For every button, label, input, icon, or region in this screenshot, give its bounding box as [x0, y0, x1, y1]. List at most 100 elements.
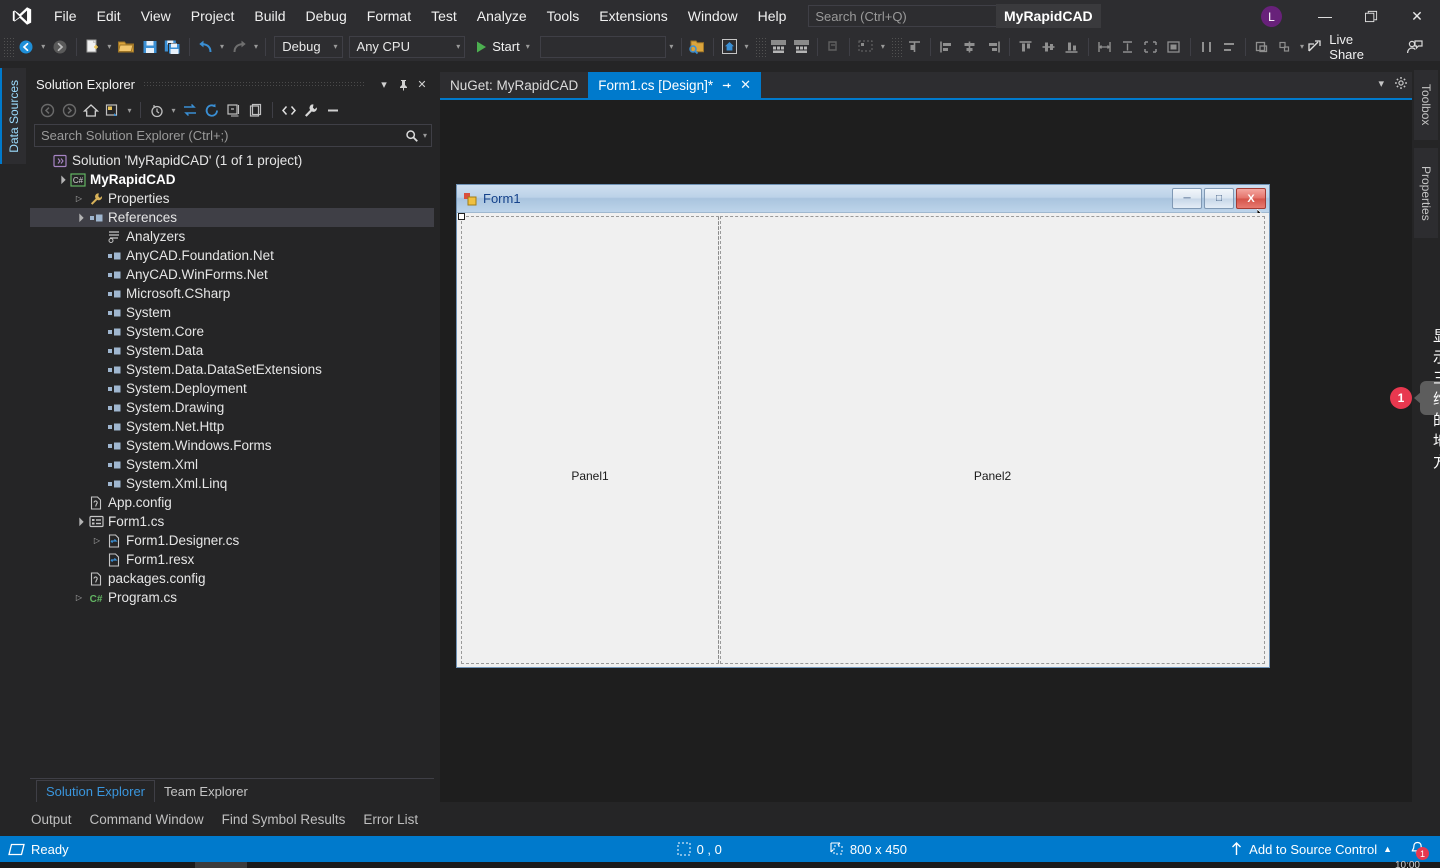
- align-to-grid-icon[interactable]: [903, 36, 926, 58]
- make-same-width-icon[interactable]: [1093, 36, 1116, 58]
- menu-view[interactable]: View: [131, 0, 181, 32]
- toolbar-grip-2[interactable]: [755, 37, 767, 57]
- winforms-designer-surface[interactable]: Form1 ─ □ X Panel1: [440, 100, 1412, 802]
- form-designer-window[interactable]: Form1 ─ □ X Panel1: [456, 184, 1270, 668]
- show-all-files-icon[interactable]: [245, 99, 267, 121]
- size-to-grid-icon[interactable]: [1162, 36, 1185, 58]
- tree-item-anycad-foundation-net[interactable]: AnyCAD.Foundation.Net: [30, 246, 434, 265]
- taskbar-active-item[interactable]: [195, 862, 247, 868]
- undo-icon[interactable]: [193, 36, 216, 58]
- gear-icon[interactable]: [1394, 76, 1408, 90]
- align-tops-icon[interactable]: [1014, 36, 1037, 58]
- tree-item-system[interactable]: System: [30, 303, 434, 322]
- redo-icon[interactable]: [227, 36, 250, 58]
- navigate-back-dropdown[interactable]: ▾: [38, 36, 49, 58]
- form-client-area[interactable]: Panel1 Panel2: [457, 213, 1269, 667]
- close-button[interactable]: ✕: [1394, 0, 1440, 32]
- align-lefts-icon[interactable]: [935, 36, 958, 58]
- search-input[interactable]: Search (Ctrl+Q): [808, 5, 1023, 27]
- menu-file[interactable]: File: [44, 0, 87, 32]
- refresh-icon[interactable]: [201, 99, 223, 121]
- sync-with-active-document-icon[interactable]: [179, 99, 201, 121]
- menu-analyze[interactable]: Analyze: [467, 0, 537, 32]
- solution-platform-combo[interactable]: Any CPU ▾: [349, 36, 466, 58]
- save-icon[interactable]: [138, 36, 161, 58]
- toolbar-grip-3[interactable]: [891, 37, 903, 57]
- tree-item-properties[interactable]: ▷Properties: [30, 189, 434, 208]
- redo-dropdown[interactable]: ▾: [251, 36, 262, 58]
- expander-collapsed-icon[interactable]: ▷: [72, 189, 86, 208]
- tree-item-system-data-datasetextensions[interactable]: System.Data.DataSetExtensions: [30, 360, 434, 379]
- menu-project[interactable]: Project: [181, 0, 245, 32]
- make-same-height-icon[interactable]: [1116, 36, 1139, 58]
- tree-item-packages-config[interactable]: packages.config: [30, 569, 434, 588]
- preview-icon[interactable]: [322, 99, 344, 121]
- dock-tab-properties[interactable]: Properties: [1414, 148, 1438, 238]
- tree-item-references[interactable]: ◢References: [30, 208, 434, 227]
- menu-build[interactable]: Build: [244, 0, 295, 32]
- tree-item-anycad-winforms-net[interactable]: AnyCAD.WinForms.Net: [30, 265, 434, 284]
- pin-icon[interactable]: [395, 76, 411, 94]
- restore-button[interactable]: [1348, 0, 1394, 32]
- menu-edit[interactable]: Edit: [87, 0, 131, 32]
- new-project-dropdown[interactable]: ▾: [104, 36, 115, 58]
- tree-item-system-xml-linq[interactable]: System.Xml.Linq: [30, 474, 434, 493]
- chevron-down-icon-3[interactable]: ▾: [1378, 77, 1384, 90]
- debug-target-combo[interactable]: [540, 36, 666, 58]
- form-close-button[interactable]: X: [1236, 188, 1266, 209]
- tree-item-form1-resx[interactable]: Form1.resx: [30, 550, 434, 569]
- debug-target-extra-dropdown[interactable]: ▾: [666, 36, 677, 58]
- minimize-button[interactable]: —: [1302, 0, 1348, 32]
- drag-dots[interactable]: [143, 81, 365, 88]
- menu-format[interactable]: Format: [357, 0, 421, 32]
- live-share-button[interactable]: Live Share: [1307, 32, 1389, 62]
- tree-item-solution-myrapidcad-1-of-1-project[interactable]: Solution 'MyRapidCAD' (1 of 1 project): [30, 151, 434, 170]
- panel2[interactable]: Panel2: [721, 217, 1264, 663]
- form-maximize-button[interactable]: □: [1204, 188, 1234, 209]
- properties-wrench-icon[interactable]: [300, 99, 322, 121]
- feedback-person-icon[interactable]: [1403, 36, 1426, 58]
- tree-item-microsoft-csharp[interactable]: Microsoft.CSharp: [30, 284, 434, 303]
- close-icon-2[interactable]: ✕: [740, 77, 751, 93]
- menu-extensions[interactable]: Extensions: [589, 0, 677, 32]
- switch-views-dropdown-icon[interactable]: ▾: [124, 99, 135, 121]
- vertical-spacing-icon[interactable]: [1218, 36, 1241, 58]
- form-minimize-button[interactable]: ─: [1172, 188, 1202, 209]
- center-vertically-icon[interactable]: [1273, 36, 1296, 58]
- expander-collapsed-icon[interactable]: ▷: [90, 531, 104, 550]
- horizontal-spacing-icon[interactable]: [1195, 36, 1218, 58]
- tree-item-app-config[interactable]: App.config: [30, 493, 434, 512]
- pin-icon-2[interactable]: [721, 80, 732, 91]
- tree-item-form1-cs[interactable]: ◢Form1.cs: [30, 512, 434, 531]
- undo-dropdown[interactable]: ▾: [217, 36, 228, 58]
- document-tab-form1-design[interactable]: Form1.cs [Design]* ✕: [588, 72, 761, 98]
- folder-search-icon[interactable]: [686, 36, 709, 58]
- save-all-icon[interactable]: [161, 36, 184, 58]
- align-bottoms-icon[interactable]: [1060, 36, 1083, 58]
- navigate-back-icon[interactable]: [15, 36, 38, 58]
- collapse-all-icon[interactable]: [223, 99, 245, 121]
- pending-changes-icon[interactable]: [146, 99, 168, 121]
- tree-item-form1-designer-cs[interactable]: ▷Form1.Designer.cs: [30, 531, 434, 550]
- new-project-icon[interactable]: [81, 36, 104, 58]
- menu-help[interactable]: Help: [748, 0, 797, 32]
- toolbar-grip[interactable]: [3, 37, 15, 57]
- tab-solution-explorer[interactable]: Solution Explorer: [36, 780, 155, 802]
- tree-item-myrapidcad[interactable]: ◢C#MyRapidCAD: [30, 170, 434, 189]
- tab-error-list[interactable]: Error List: [354, 806, 427, 832]
- snap-grid-icon[interactable]: [854, 36, 877, 58]
- start-debug-button[interactable]: Start ▾: [472, 36, 533, 58]
- pending-changes-dropdown-icon[interactable]: ▾: [168, 99, 179, 121]
- se-search-dropdown-icon[interactable]: ▾: [423, 131, 427, 140]
- chevron-down-icon[interactable]: ▾: [376, 76, 392, 94]
- selection-grip[interactable]: [458, 213, 465, 220]
- center-horizontally-icon[interactable]: [1250, 36, 1273, 58]
- avatar[interactable]: L: [1261, 6, 1282, 27]
- tab-output[interactable]: Output: [22, 806, 81, 832]
- menu-tools[interactable]: Tools: [537, 0, 590, 32]
- navigate-forward-icon[interactable]: [49, 36, 72, 58]
- tab-command-window[interactable]: Command Window: [81, 806, 213, 832]
- tree-item-system-net-http[interactable]: System.Net.Http: [30, 417, 434, 436]
- notification-bell-button[interactable]: 1: [1404, 836, 1430, 862]
- menu-debug[interactable]: Debug: [296, 0, 357, 32]
